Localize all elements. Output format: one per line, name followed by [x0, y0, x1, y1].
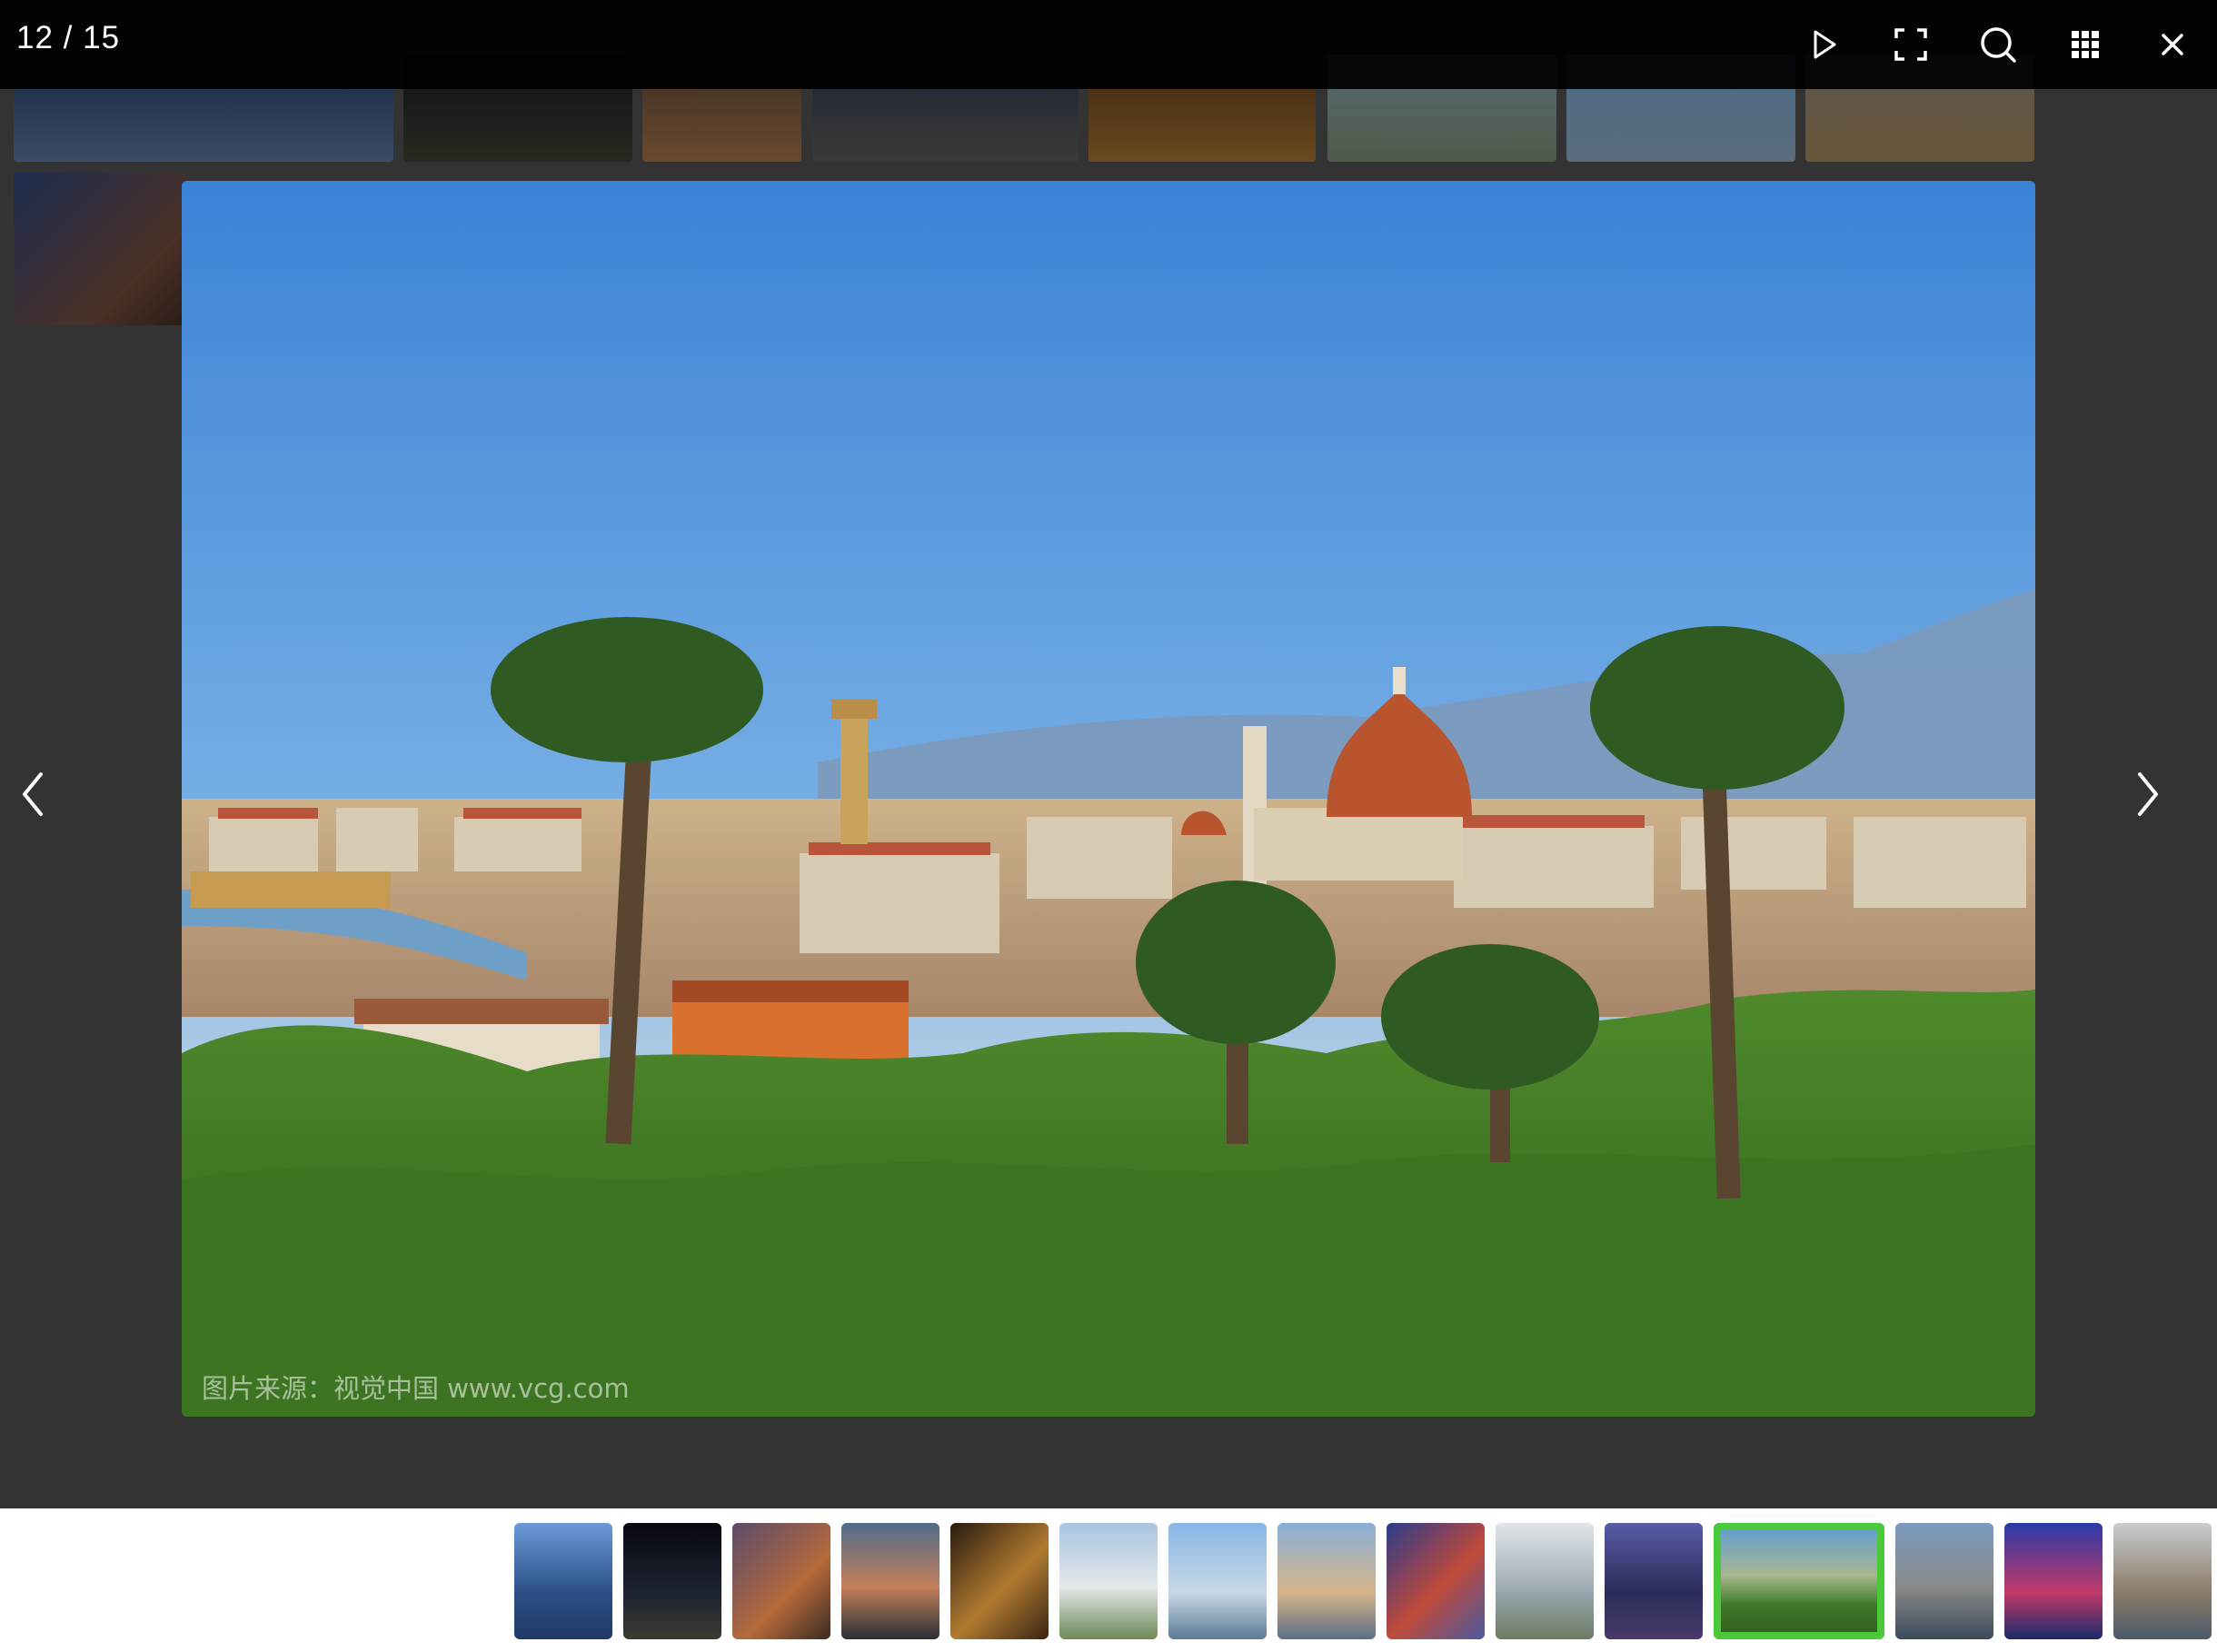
thumbnail-15[interactable]: [2113, 1523, 2212, 1639]
main-image: 图片来源：视觉中国 www.vcg.com: [182, 181, 2035, 1417]
thumbnail-11[interactable]: [1605, 1523, 1703, 1639]
close-button[interactable]: [2141, 13, 2204, 76]
image-watermark: 图片来源：视觉中国 www.vcg.com: [202, 1373, 630, 1404]
thumbnail-1[interactable]: [514, 1523, 612, 1639]
thumbnail-14[interactable]: [2004, 1523, 2103, 1639]
fullscreen-icon: [1894, 28, 1927, 61]
thumbnail-6[interactable]: [1059, 1523, 1158, 1639]
previous-image-button[interactable]: [0, 758, 64, 831]
play-icon: [1814, 30, 1836, 59]
image-counter: 12 / 15: [16, 20, 121, 55]
next-image-button[interactable]: [2117, 758, 2181, 831]
slideshow-play-button[interactable]: [1792, 13, 1855, 76]
chevron-right-icon: [2138, 772, 2158, 816]
thumbnail-9[interactable]: [1387, 1523, 1485, 1639]
viewer-toolbar: 12 / 15: [0, 0, 2217, 89]
close-icon: [2162, 34, 2183, 55]
thumbnail-10[interactable]: [1496, 1523, 1594, 1639]
zoom-button[interactable]: [1966, 13, 2030, 76]
background-thumbnail: [14, 173, 186, 325]
thumbnail-13[interactable]: [1895, 1523, 1993, 1639]
thumbnail-12[interactable]: [1714, 1523, 1884, 1639]
thumbnail-5[interactable]: [950, 1523, 1049, 1639]
thumbnail-8[interactable]: [1278, 1523, 1376, 1639]
grid-view-button[interactable]: [2053, 13, 2117, 76]
thumbnail-filmstrip: [0, 1508, 2217, 1652]
fullscreen-button[interactable]: [1879, 13, 1943, 76]
thumbnail-4[interactable]: [841, 1523, 939, 1639]
chevron-left-icon: [23, 772, 43, 816]
magnifier-icon: [1981, 27, 2016, 63]
florence-skyline-photo: [182, 181, 2035, 1417]
thumbnail-3[interactable]: [732, 1523, 830, 1639]
thumbnail-7[interactable]: [1168, 1523, 1267, 1639]
thumbnail-2[interactable]: [623, 1523, 721, 1639]
grid-icon: [2072, 31, 2099, 58]
